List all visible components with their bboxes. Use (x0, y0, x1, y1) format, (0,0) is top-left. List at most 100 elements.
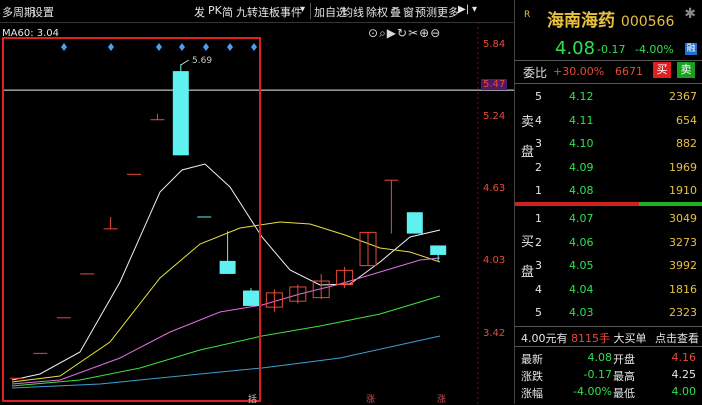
multi-period-button[interactable]: 多周期 (2, 4, 35, 20)
order-ratio: 委比 +30.00% 6671 (523, 64, 643, 81)
stat-value: 4.25 (671, 368, 697, 381)
level-volume: 3049 (669, 212, 697, 225)
level-price: 4.03 (569, 306, 594, 319)
chart-toolbar: 多周期 设置 发 PK 简 九转 连板 事件 ▾ 加自选 均线 除权 叠 窗 预… (0, 0, 514, 23)
chart-tools: ⊙⌕▶↻✂⊕⊖ (368, 26, 441, 41)
stat-value: 4.00 (671, 385, 697, 398)
level-price: 4.07 (569, 212, 594, 225)
stat-label: 最低 (613, 387, 635, 400)
jian-button[interactable]: 简 (222, 4, 233, 20)
buy-side-label: 买 盘 (521, 232, 534, 284)
gear-icon[interactable]: ✱ (684, 6, 696, 22)
collapse-right-icon[interactable]: ▶| (458, 4, 469, 15)
order-book-row[interactable]: 1 4.08 1910 (535, 184, 699, 203)
level-number: 1 (535, 184, 542, 197)
kline-chart[interactable]: MA60: 3.04 ⊙⌕▶↻✂⊕⊖ 5.84 5.47 5.24 4.63 4… (0, 22, 514, 405)
event-button[interactable]: 事件 (280, 4, 302, 20)
chevron-down-icon[interactable]: ▾ (472, 4, 477, 15)
ma-button[interactable]: 均线 (342, 4, 364, 20)
brand-logo: R (524, 10, 531, 20)
order-ratio-diff: 6671 (615, 65, 643, 78)
level-volume: 3992 (669, 259, 697, 272)
fa-button[interactable]: 发 (194, 4, 205, 20)
level-number: 4 (535, 113, 542, 127)
candle-body (430, 245, 447, 255)
order-book-row[interactable]: 1 4.07 3049 (535, 212, 699, 231)
level-price: 4.12 (569, 90, 594, 103)
order-ratio-percent: +30.00% (553, 65, 605, 78)
selection-box (2, 37, 261, 402)
ex-rights-button[interactable]: 除权 (366, 4, 388, 20)
buy-side-char: 买 (521, 235, 535, 250)
buy-side-char: 盘 (521, 265, 535, 280)
play-icon[interactable]: ▶ (387, 26, 397, 40)
level-number: 2 (535, 160, 542, 174)
price-tick-label: 4.03 (483, 255, 506, 266)
scissors-icon[interactable]: ✂ (408, 26, 419, 40)
order-book-row[interactable]: 3 4.05 3992 (535, 259, 699, 278)
sell-side-char: 卖 (521, 115, 535, 130)
level-volume: 2367 (669, 90, 697, 103)
settings-button[interactable]: 设置 (32, 4, 54, 20)
order-book-row[interactable]: 2 4.09 1969 (535, 161, 699, 180)
divider (515, 326, 702, 327)
divider (515, 346, 702, 347)
stock-code: 000566 (620, 14, 675, 30)
buy-button[interactable]: 买 (653, 62, 671, 78)
sell-side-label: 卖 盘 (521, 112, 534, 164)
level-price: 4.10 (569, 137, 594, 150)
change-value: -0.17 (597, 43, 626, 56)
order-book-row[interactable]: 5 4.12 2367 (535, 90, 699, 109)
circle-icon[interactable]: ⊙ (368, 26, 379, 40)
toolbar-divider (310, 3, 311, 19)
price-change: -0.17 -4.00% (597, 43, 674, 56)
level-volume: 3273 (669, 235, 697, 249)
plus-icon[interactable]: ⊕ (419, 26, 430, 40)
minus-icon[interactable]: ⊖ (430, 26, 441, 40)
magnifier-icon[interactable]: ⌕ (379, 26, 387, 40)
bottom-tag: 括 (248, 395, 258, 405)
big-order-price: 4.00 (521, 332, 546, 345)
order-book-row[interactable]: 4 4.11 654 (535, 114, 699, 133)
big-order-row: 4.00元有 8115手 大买单 点击查看 (521, 330, 699, 346)
limit-up-button[interactable]: 连板 (258, 4, 280, 20)
stat-label: 开盘 (613, 353, 635, 366)
price-tick-label: 5.84 (483, 39, 506, 50)
quote-panel: R 海南海药 000566 ✱ 4.08 -0.17 -4.00% 融 委比 +… (514, 0, 702, 404)
overlay-button[interactable]: 叠 (390, 4, 401, 20)
margin-badge: 融 (685, 43, 697, 55)
order-book-row[interactable]: 3 4.10 882 (535, 137, 699, 156)
level-price: 4.06 (569, 235, 594, 249)
level-number: 5 (535, 306, 542, 319)
nine-turn-button[interactable]: 九转 (236, 4, 258, 20)
view-big-order-link[interactable]: 点击查看 (655, 330, 699, 346)
level-volume: 2323 (669, 306, 697, 319)
stat-value: 4.16 (671, 351, 697, 364)
stat-value: -0.17 (583, 368, 612, 381)
bid-ask-bar (515, 202, 702, 206)
level-volume: 654 (676, 113, 697, 127)
level-number: 3 (535, 137, 542, 150)
order-book-row[interactable]: 4 4.04 1816 (535, 283, 699, 302)
level-volume: 1910 (669, 184, 697, 197)
refresh-icon[interactable]: ↻ (397, 26, 408, 40)
more-button[interactable]: 更多 (437, 4, 459, 20)
price-tick-label: 3.42 (483, 328, 506, 339)
level-volume: 882 (676, 137, 697, 150)
bottom-tag: 涨 (437, 395, 447, 405)
order-book-row[interactable]: 5 4.03 2323 (535, 306, 699, 325)
big-order-qty: 8115手 (571, 332, 610, 345)
sell-side-char: 盘 (521, 145, 535, 160)
pk-button[interactable]: PK (208, 4, 222, 17)
order-ratio-label: 委比 (523, 66, 548, 80)
event-dropdown-icon[interactable]: ▾ (300, 4, 305, 15)
stock-chart-window: 多周期 设置 发 PK 简 九转 连板 事件 ▾ 加自选 均线 除权 叠 窗 预… (0, 0, 702, 405)
level-number: 1 (535, 212, 542, 225)
candle-body (406, 212, 423, 234)
window-button[interactable]: 窗 (403, 4, 414, 20)
forecast-button[interactable]: 预测 (415, 4, 437, 20)
stat-label: 最高 (613, 370, 635, 383)
sell-button[interactable]: 卖 (677, 62, 695, 78)
order-book-row[interactable]: 2 4.06 3273 (535, 236, 699, 255)
level-number: 2 (535, 235, 542, 249)
